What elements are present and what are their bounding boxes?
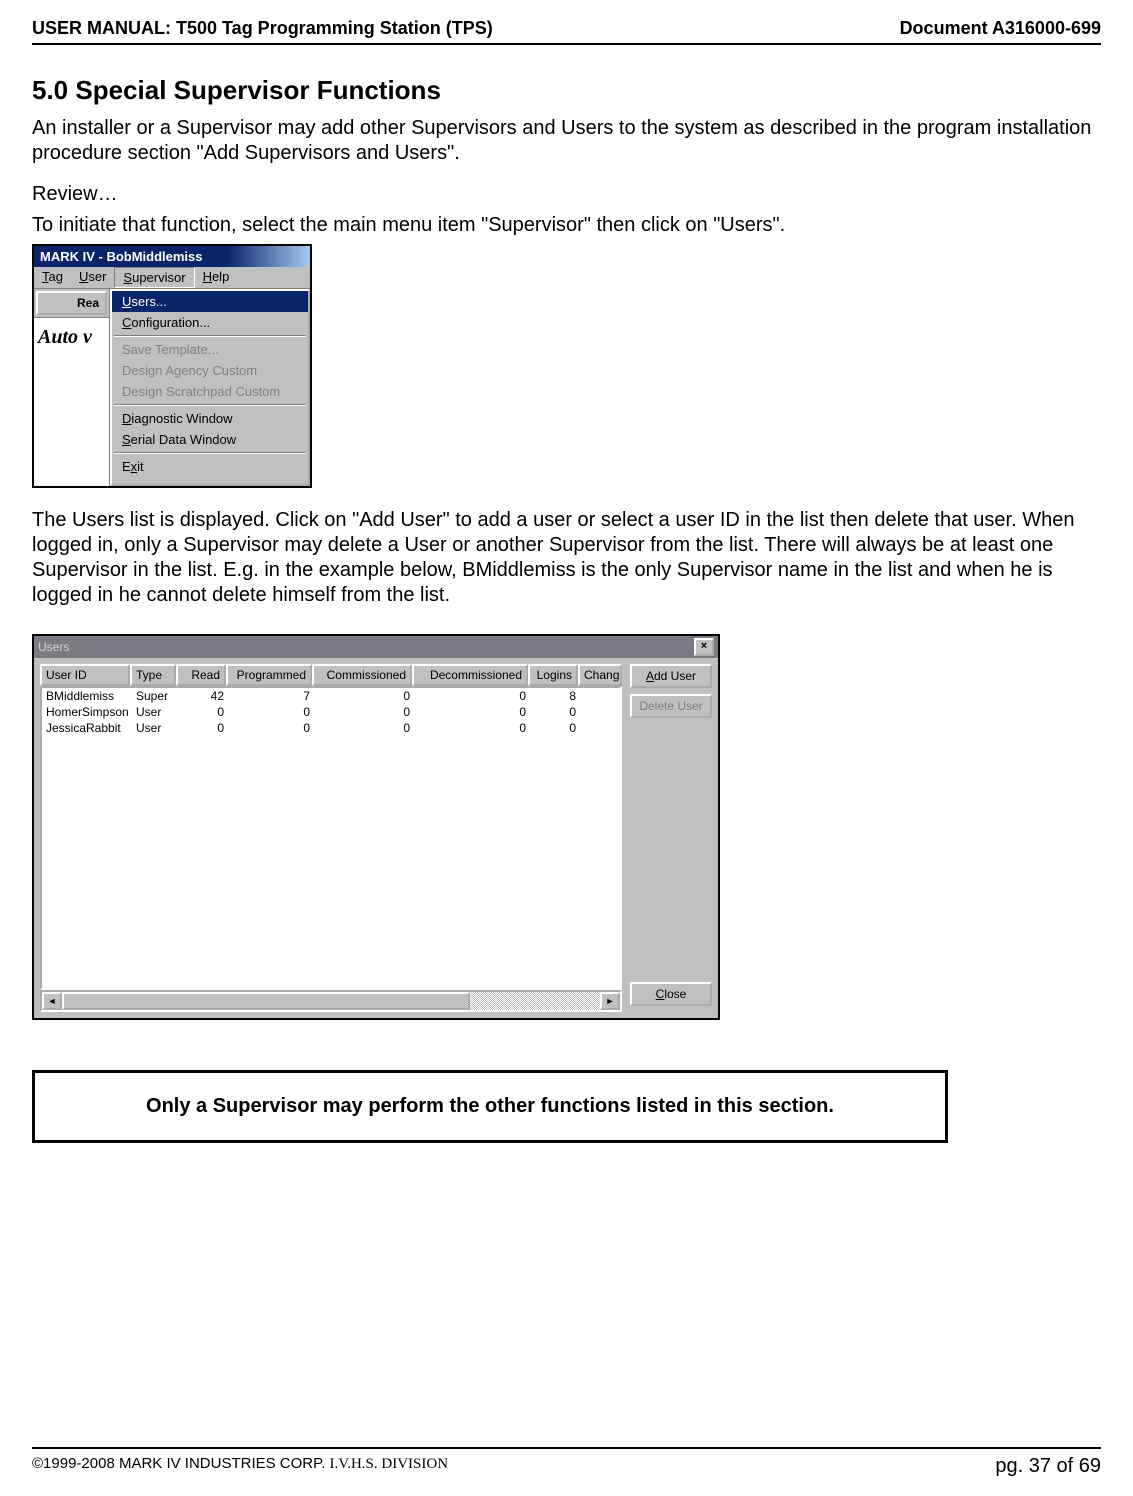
cell-read: 0 bbox=[178, 720, 228, 736]
cell-userid: HomerSimpson bbox=[42, 704, 132, 720]
users-column-headers: User ID Type Read Programmed Commissione… bbox=[40, 664, 622, 686]
dropdown-design-agency: Design Agency Custom bbox=[112, 360, 308, 381]
add-user-button[interactable]: Add User bbox=[630, 664, 712, 688]
auto-label: Auto v bbox=[34, 317, 109, 486]
footer-division: I.V.H.S. DIVISION bbox=[330, 1456, 448, 1472]
cell-decommissioned: 0 bbox=[414, 688, 530, 704]
cell-type: User bbox=[132, 720, 178, 736]
col-decommissioned[interactable]: Decommissioned bbox=[412, 664, 528, 686]
header-left: USER MANUAL: T500 Tag Programming Statio… bbox=[32, 18, 493, 39]
table-row[interactable]: BMiddlemiss Super 42 7 0 0 8 bbox=[42, 688, 620, 704]
page-footer: ©1999-2008 MARK IV INDUSTRIES CORP. I.V.… bbox=[32, 1447, 1101, 1496]
paragraph-users-list: The Users list is displayed. Click on "A… bbox=[32, 508, 1101, 608]
paragraph-initiate: To initiate that function, select the ma… bbox=[32, 213, 1101, 238]
dropdown-diagnostic[interactable]: Diagnostic Window bbox=[112, 408, 308, 429]
scroll-thumb[interactable] bbox=[62, 992, 470, 1010]
cell-commissioned: 0 bbox=[314, 688, 414, 704]
menubar: Tag User Supervisor Help bbox=[34, 267, 310, 289]
users-list[interactable]: BMiddlemiss Super 42 7 0 0 8 HomerSimpso… bbox=[40, 686, 622, 990]
cell-commissioned: 0 bbox=[314, 720, 414, 736]
page-header: USER MANUAL: T500 Tag Programming Statio… bbox=[32, 18, 1101, 45]
review-label: Review… bbox=[32, 182, 1101, 207]
paragraph-intro: An installer or a Supervisor may add oth… bbox=[32, 116, 1101, 166]
cell-commissioned: 0 bbox=[314, 704, 414, 720]
read-button[interactable]: Rea bbox=[36, 291, 107, 315]
cell-programmed: 0 bbox=[228, 720, 314, 736]
cell-logins: 0 bbox=[530, 704, 580, 720]
menu-user[interactable]: User bbox=[71, 267, 114, 288]
cell-logins: 8 bbox=[530, 688, 580, 704]
users-title: Users bbox=[38, 640, 69, 654]
menu-tag[interactable]: Tag bbox=[34, 267, 71, 288]
cell-decommissioned: 0 bbox=[414, 720, 530, 736]
table-row[interactable]: JessicaRabbit User 0 0 0 0 0 bbox=[42, 720, 620, 736]
users-titlebar: Users × bbox=[34, 636, 718, 658]
cell-type: User bbox=[132, 704, 178, 720]
section-title: 5.0 Special Supervisor Functions bbox=[32, 75, 1101, 106]
close-button[interactable]: Close bbox=[630, 982, 712, 1006]
cell-userid: BMiddlemiss bbox=[42, 688, 132, 704]
dropdown-serial[interactable]: Serial Data Window bbox=[112, 429, 308, 450]
menu-screenshot: MARK IV - BobMiddlemiss Tag User Supervi… bbox=[32, 244, 312, 488]
menu-supervisor[interactable]: Supervisor bbox=[114, 267, 194, 288]
col-type[interactable]: Type bbox=[130, 664, 176, 686]
supervisor-dropdown: Users... Configuration... Save Template.… bbox=[110, 289, 310, 486]
col-read[interactable]: Read bbox=[176, 664, 226, 686]
dropdown-exit[interactable]: Exit bbox=[112, 456, 308, 477]
col-commissioned[interactable]: Commissioned bbox=[312, 664, 412, 686]
scroll-left-icon[interactable]: ◄ bbox=[42, 992, 62, 1010]
window-titlebar: MARK IV - BobMiddlemiss bbox=[34, 246, 310, 267]
users-dialog: Users × User ID Type Read Programmed Com… bbox=[32, 634, 720, 1020]
cell-logins: 0 bbox=[530, 720, 580, 736]
col-logins[interactable]: Logins bbox=[528, 664, 578, 686]
toolbar-strip: Rea Auto v bbox=[34, 289, 110, 486]
cell-userid: JessicaRabbit bbox=[42, 720, 132, 736]
close-icon[interactable]: × bbox=[694, 638, 714, 656]
footer-copyright: ©1999-2008 MARK IV INDUSTRIES CORP. bbox=[32, 1455, 330, 1472]
scroll-right-icon[interactable]: ► bbox=[600, 992, 620, 1010]
dropdown-design-scratchpad: Design Scratchpad Custom bbox=[112, 381, 308, 402]
cell-type: Super bbox=[132, 688, 178, 704]
note-box: Only a Supervisor may perform the other … bbox=[32, 1070, 948, 1143]
col-userid[interactable]: User ID bbox=[40, 664, 130, 686]
horizontal-scrollbar[interactable]: ◄ ► bbox=[40, 990, 622, 1012]
footer-page-number: pg. 37 of 69 bbox=[995, 1455, 1101, 1478]
col-programmed[interactable]: Programmed bbox=[226, 664, 312, 686]
delete-user-button: Delete User bbox=[630, 694, 712, 718]
dropdown-save-template: Save Template... bbox=[112, 339, 308, 360]
dropdown-configuration[interactable]: Configuration... bbox=[112, 312, 308, 333]
cell-read: 42 bbox=[178, 688, 228, 704]
table-row[interactable]: HomerSimpson User 0 0 0 0 0 bbox=[42, 704, 620, 720]
cell-decommissioned: 0 bbox=[414, 704, 530, 720]
menu-help[interactable]: Help bbox=[195, 267, 238, 288]
header-right: Document A316000-699 bbox=[900, 18, 1101, 39]
cell-read: 0 bbox=[178, 704, 228, 720]
cell-programmed: 0 bbox=[228, 704, 314, 720]
cell-programmed: 7 bbox=[228, 688, 314, 704]
dropdown-users[interactable]: Users... bbox=[112, 291, 308, 312]
col-change-pass[interactable]: Change Pass bbox=[578, 664, 622, 686]
